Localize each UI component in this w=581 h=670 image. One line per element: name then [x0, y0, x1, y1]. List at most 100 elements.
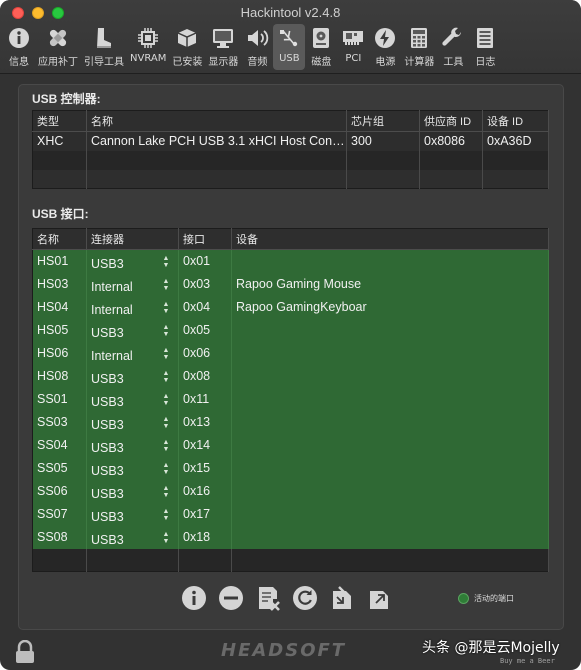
- table-row[interactable]: SS07 USB3 ▲ ▼ 0x17: [32, 502, 549, 526]
- port-connector[interactable]: USB3 ▲ ▼: [86, 456, 179, 480]
- table-row[interactable]: HS01 USB3 ▲ ▼ 0x01: [32, 249, 549, 273]
- table-row[interactable]: HS08 USB3 ▲ ▼ 0x08: [32, 364, 549, 388]
- column-header[interactable]: 设备 ID: [482, 110, 549, 132]
- table-row[interactable]: HS06 Internal ▲ ▼ 0x06: [32, 341, 549, 365]
- port-connector[interactable]: USB3 ▲ ▼: [86, 433, 179, 457]
- ports-table[interactable]: 名称 连接器 接口 设备 HS01 USB3 ▲ ▼ 0x01 HS03 Internal ▲…: [32, 228, 549, 572]
- port-connector[interactable]: USB3 ▲ ▼: [86, 387, 179, 411]
- disk-icon: [308, 25, 334, 51]
- column-header[interactable]: 接口: [178, 228, 232, 250]
- port-connector[interactable]: Internal ▲ ▼: [86, 295, 179, 319]
- port-name: SS08: [32, 525, 87, 549]
- remove-port-button[interactable]: [218, 585, 244, 611]
- connector-value: USB3: [91, 441, 124, 455]
- tab-installed[interactable]: 已安装: [169, 24, 205, 70]
- table-row[interactable]: SS05 USB3 ▲ ▼ 0x15: [32, 456, 549, 480]
- import-button[interactable]: [329, 585, 355, 611]
- tab-display[interactable]: 显示器: [205, 24, 241, 70]
- tab-patch[interactable]: 应用补丁: [35, 24, 81, 70]
- tab-audio[interactable]: 音频: [241, 24, 273, 70]
- tab-usb[interactable]: USB: [273, 24, 306, 70]
- tab-boot[interactable]: 引导工具: [81, 24, 127, 70]
- usb-panel: USB 控制器: 类型 名称 芯片组 供应商 ID 设备 ID XHC Cann…: [18, 84, 564, 630]
- table-row[interactable]: SS08 USB3 ▲ ▼ 0x18: [32, 525, 549, 549]
- watermark-text: 头条 @那是云Mojelly: [422, 640, 560, 656]
- column-header[interactable]: 类型: [32, 110, 87, 132]
- port-connector[interactable]: USB3 ▲ ▼: [86, 525, 179, 549]
- connector-popup-chevron-icon[interactable]: ▲ ▼: [162, 416, 170, 430]
- column-header[interactable]: 设备: [231, 228, 549, 250]
- lock-icon[interactable]: [14, 640, 36, 664]
- port-connector[interactable]: USB3 ▲ ▼: [86, 249, 179, 273]
- controller-name: Cannon Lake PCH USB 3.1 xHCI Host Contro…: [86, 131, 347, 151]
- connector-popup-chevron-icon[interactable]: ▲ ▼: [162, 462, 170, 476]
- controllers-table[interactable]: 类型 名称 芯片组 供应商 ID 设备 ID XHC Cannon Lake P…: [32, 110, 549, 189]
- port-connector[interactable]: Internal ▲ ▼: [86, 272, 179, 296]
- connector-popup-chevron-icon[interactable]: ▲ ▼: [162, 508, 170, 522]
- table-row[interactable]: SS03 USB3 ▲ ▼ 0x13: [32, 410, 549, 434]
- tab-label: 显示器: [208, 57, 239, 68]
- connector-value: Internal: [91, 303, 133, 317]
- port-device: [231, 364, 549, 388]
- refresh-button[interactable]: [292, 585, 318, 611]
- port-name: SS06: [32, 479, 87, 503]
- tab-pci[interactable]: PCI: [337, 24, 369, 70]
- tab-label: 应用补丁: [38, 57, 78, 68]
- titlebar: Hackintool v2.4.8 信息 应用补丁 引导工具 NVRAM 已安装…: [0, 0, 581, 74]
- info-button[interactable]: [181, 585, 207, 611]
- column-header[interactable]: 芯片组: [346, 110, 420, 132]
- port-name: SS03: [32, 410, 87, 434]
- port-connector[interactable]: USB3 ▲ ▼: [86, 410, 179, 434]
- table-row[interactable]: HS04 Internal ▲ ▼ 0x04 Rapoo GamingKeyboar: [32, 295, 549, 319]
- clear-icon: [259, 587, 280, 611]
- connector-popup-chevron-icon[interactable]: ▲ ▼: [162, 485, 170, 499]
- connector-popup-chevron-icon[interactable]: ▲ ▼: [162, 370, 170, 384]
- column-header[interactable]: 供应商 ID: [419, 110, 483, 132]
- port-connector[interactable]: Internal ▲ ▼: [86, 341, 179, 365]
- column-header[interactable]: 名称: [32, 228, 87, 250]
- table-row[interactable]: HS03 Internal ▲ ▼ 0x03 Rapoo Gaming Mouse: [32, 272, 549, 296]
- column-header[interactable]: 名称: [86, 110, 347, 132]
- log-icon: [472, 25, 498, 51]
- connector-popup-chevron-icon[interactable]: ▲ ▼: [162, 439, 170, 453]
- port-connector[interactable]: USB3 ▲ ▼: [86, 364, 179, 388]
- connector-popup-chevron-icon[interactable]: ▲ ▼: [162, 255, 170, 269]
- port-name: HS05: [32, 318, 87, 342]
- tab-disk[interactable]: 磁盘: [305, 24, 337, 70]
- export-button[interactable]: [366, 585, 392, 611]
- chip-icon: [135, 25, 161, 51]
- export-icon: [370, 591, 388, 609]
- connector-popup-chevron-icon[interactable]: ▲ ▼: [162, 324, 170, 338]
- connector-value: Internal: [91, 280, 133, 294]
- port-connector[interactable]: USB3 ▲ ▼: [86, 479, 179, 503]
- port-connector[interactable]: USB3 ▲ ▼: [86, 318, 179, 342]
- empty-row: [32, 169, 549, 189]
- connector-popup-chevron-icon[interactable]: ▲ ▼: [162, 531, 170, 545]
- table-row[interactable]: SS01 USB3 ▲ ▼ 0x11: [32, 387, 549, 411]
- clear-button[interactable]: [255, 585, 281, 611]
- connector-popup-chevron-icon[interactable]: ▲ ▼: [162, 347, 170, 361]
- tab-calculator[interactable]: 计算器: [401, 24, 437, 70]
- tab-label: 磁盘: [311, 57, 332, 68]
- table-row[interactable]: SS06 USB3 ▲ ▼ 0x16: [32, 479, 549, 503]
- connector-value: Internal: [91, 349, 133, 363]
- table-row[interactable]: HS05 USB3 ▲ ▼ 0x05: [32, 318, 549, 342]
- tab-tools[interactable]: 工具: [437, 24, 469, 70]
- donate-link[interactable]: Buy me a Beer: [500, 657, 555, 665]
- column-header[interactable]: 连接器: [86, 228, 179, 250]
- table-header-row: 名称 连接器 接口 设备: [32, 228, 549, 250]
- box-icon: [174, 25, 200, 51]
- table-row[interactable]: SS04 USB3 ▲ ▼ 0x14: [32, 433, 549, 457]
- tab-power[interactable]: 电源: [369, 24, 401, 70]
- tab-nvram[interactable]: NVRAM: [127, 24, 169, 70]
- controller-type: XHC: [32, 131, 87, 151]
- connector-popup-chevron-icon[interactable]: ▲ ▼: [162, 393, 170, 407]
- port-connector[interactable]: USB3 ▲ ▼: [86, 502, 179, 526]
- connector-popup-chevron-icon[interactable]: ▲ ▼: [162, 278, 170, 292]
- tab-log[interactable]: 日志: [469, 24, 501, 70]
- port-address: 0x16: [178, 479, 232, 503]
- connector-popup-chevron-icon[interactable]: ▲ ▼: [162, 301, 170, 315]
- table-row[interactable]: XHC Cannon Lake PCH USB 3.1 xHCI Host Co…: [32, 131, 549, 151]
- port-device: [231, 318, 549, 342]
- tab-info[interactable]: 信息: [3, 24, 35, 70]
